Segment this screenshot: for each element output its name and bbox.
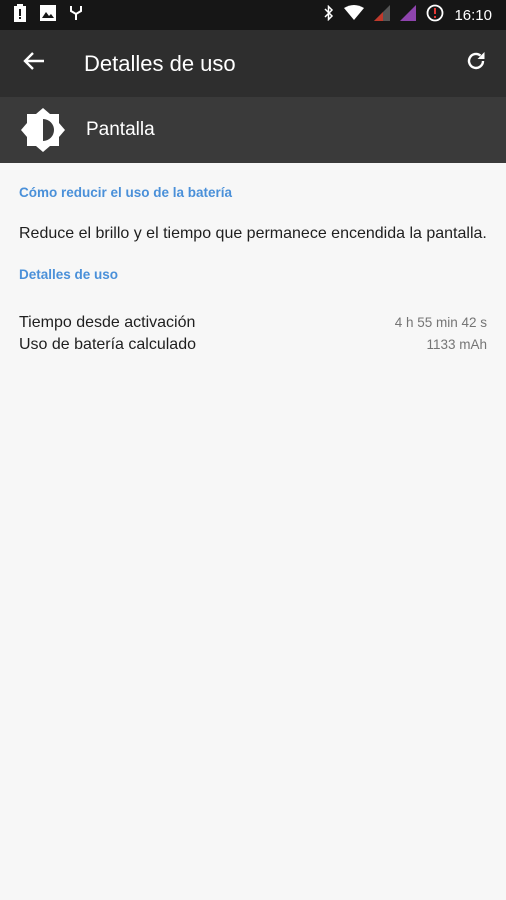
usage-row: Uso de batería calculado 1133 mAh <box>19 336 487 354</box>
bluetooth-icon <box>324 4 334 26</box>
tip-text: Reduce el brillo y el tiempo que permane… <box>19 225 487 242</box>
usage-row-label: Uso de batería calculado <box>19 336 196 353</box>
header-label: Pantalla <box>86 119 155 140</box>
usage-row-value: 4 h 55 min 42 s <box>394 315 487 330</box>
usage-row-value: 1133 mAh <box>426 337 487 352</box>
status-right: 16:10 <box>324 4 492 27</box>
page-title: Detalles de uso <box>84 50 236 76</box>
signal-icon <box>400 4 417 26</box>
main-content: Cómo reducir el uso de la batería Reduce… <box>0 185 506 354</box>
wifi-icon <box>344 4 365 26</box>
usage-row-label: Tiempo desde activación <box>19 314 196 331</box>
app-header-pantalla: Pantalla <box>0 97 506 163</box>
usage-section-title: Detalles de uso <box>19 267 119 282</box>
brightness-icon <box>20 107 66 153</box>
app-bar: Detalles de uso <box>0 30 506 97</box>
signal-icon <box>374 4 391 26</box>
usage-row: Tiempo desde activación 4 h 55 min 42 s <box>19 314 487 332</box>
back-button[interactable] <box>20 50 48 78</box>
usb-icon <box>70 5 82 26</box>
alert-icon <box>426 4 444 27</box>
refresh-icon <box>465 50 487 77</box>
refresh-button[interactable] <box>462 49 490 77</box>
arrow-back-icon <box>23 51 45 76</box>
tip-section-title: Cómo reducir el uso de la batería <box>19 185 233 200</box>
status-time: 16:10 <box>454 6 492 24</box>
status-left <box>14 3 82 27</box>
image-icon <box>40 4 56 26</box>
status-bar: 16:10 <box>0 0 506 30</box>
battery-alert-icon <box>14 3 26 27</box>
